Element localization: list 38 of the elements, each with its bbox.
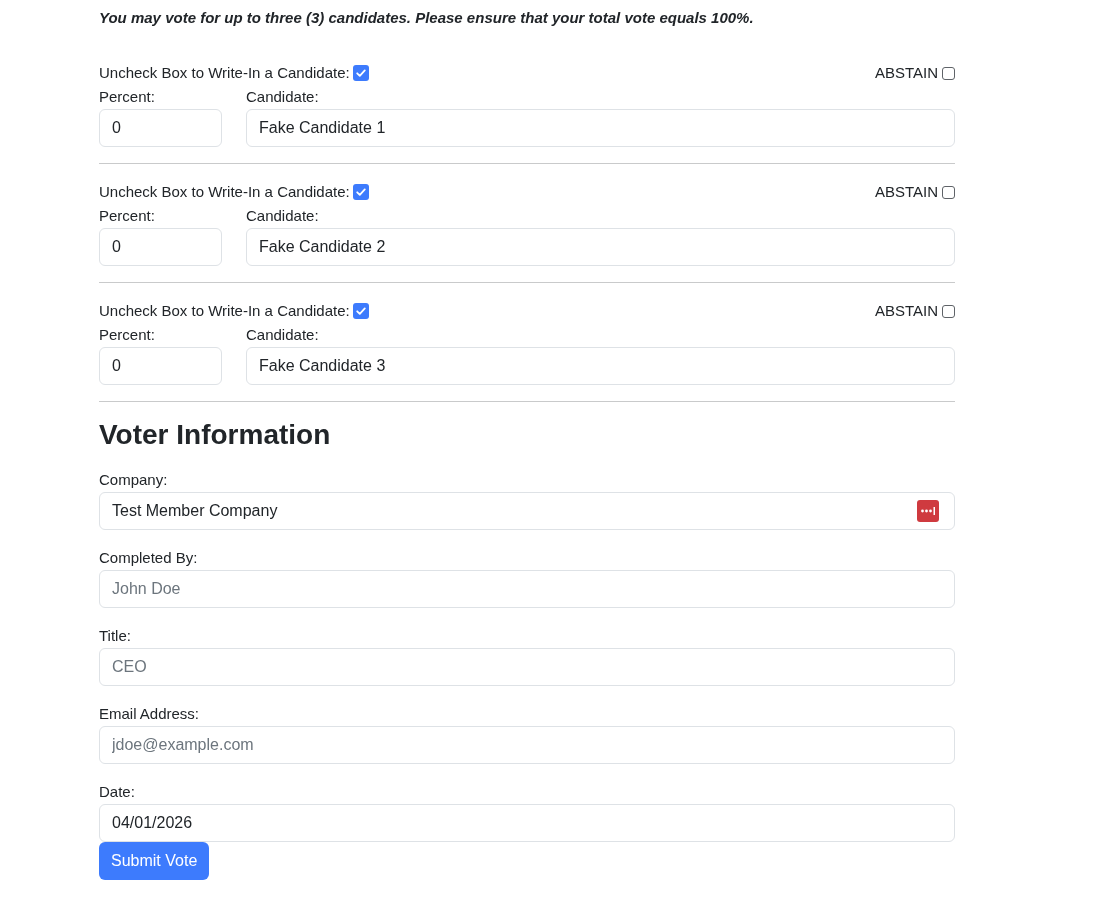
- candidate-field[interactable]: Fake Candidate 1: [246, 109, 955, 147]
- input-field[interactable]: CEO: [99, 648, 955, 686]
- percent-label: Percent:: [99, 207, 155, 224]
- submit-button[interactable]: Submit Vote: [99, 842, 210, 880]
- candidate-label: Candidate:: [246, 88, 319, 105]
- percent-label: Percent:: [99, 88, 155, 105]
- abstain-label: ABSTAIN: [874, 62, 938, 83]
- write-in-checkbox[interactable]: [352, 65, 369, 81]
- input-field[interactable]: 04/01/2026: [99, 804, 955, 842]
- field-label: Date:: [99, 783, 135, 800]
- write-in-label: Uncheck Box to Write-In a Candidate:: [99, 62, 350, 83]
- abstain-checkbox[interactable]: [942, 185, 955, 199]
- instruction-text: You may vote for up to three (3) candidates. Please ensure that your total vote equals 100%.: [99, 8, 755, 28]
- field-label: Email Address:: [99, 705, 200, 722]
- percent-field[interactable]: 0: [99, 228, 222, 266]
- write-in-checkbox[interactable]: [352, 184, 369, 200]
- percent-label: Percent:: [99, 326, 155, 343]
- percent-field[interactable]: 0: [99, 109, 222, 147]
- write-in-checkbox[interactable]: [352, 303, 369, 319]
- section-heading: Voter Information: [99, 418, 332, 452]
- candidate-label: Candidate:: [246, 326, 319, 343]
- dots-icon[interactable]: [917, 500, 939, 522]
- candidate-field[interactable]: Fake Candidate 3: [246, 347, 955, 385]
- input-field[interactable]: jdoe@example.com: [99, 726, 955, 764]
- input-field[interactable]: Test Member Company: [99, 492, 955, 530]
- abstain-label: ABSTAIN: [874, 300, 938, 321]
- candidate-label: Candidate:: [246, 207, 319, 224]
- candidate-field[interactable]: Fake Candidate 2: [246, 228, 955, 266]
- field-label: Title:: [99, 627, 131, 644]
- abstain-label: ABSTAIN: [874, 181, 938, 202]
- field-label: Company:: [99, 471, 168, 488]
- input-field[interactable]: John Doe: [99, 570, 955, 608]
- abstain-checkbox[interactable]: [942, 304, 955, 318]
- percent-field[interactable]: 0: [99, 347, 222, 385]
- write-in-label: Uncheck Box to Write-In a Candidate:: [99, 300, 350, 321]
- field-label: Completed By:: [99, 549, 198, 566]
- abstain-checkbox[interactable]: [942, 66, 955, 80]
- write-in-label: Uncheck Box to Write-In a Candidate:: [99, 181, 350, 202]
